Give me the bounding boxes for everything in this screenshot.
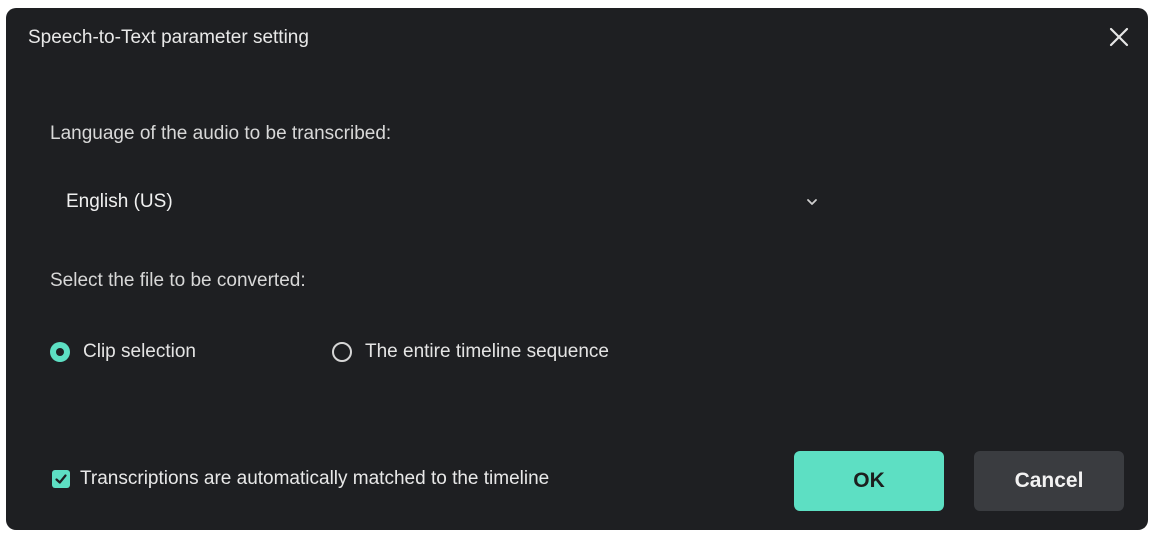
dialog-title: Speech-to-Text parameter setting: [28, 27, 309, 48]
cancel-button[interactable]: Cancel: [974, 451, 1124, 511]
chevron-down-icon: [807, 199, 817, 205]
radio-clip-selection-label: Clip selection: [83, 341, 196, 362]
radio-entire-timeline-label: The entire timeline sequence: [365, 341, 609, 362]
close-icon: [1109, 27, 1129, 47]
language-select-value: English (US): [66, 191, 173, 212]
radio-unchecked-indicator: [332, 342, 352, 362]
checkmark-icon: [55, 474, 67, 484]
auto-match-checkbox[interactable]: Transcriptions are automatically matched…: [52, 468, 549, 490]
checkbox-box: [52, 470, 70, 488]
radio-clip-selection[interactable]: Clip selection: [50, 341, 196, 363]
radio-checked-indicator: [50, 342, 70, 362]
language-select[interactable]: English (US): [50, 181, 834, 223]
speech-to-text-dialog: Speech-to-Text parameter setting Languag…: [6, 8, 1148, 530]
radio-entire-timeline[interactable]: The entire timeline sequence: [332, 341, 609, 363]
language-label: Language of the audio to be transcribed:: [50, 123, 392, 144]
auto-match-label: Transcriptions are automatically matched…: [80, 468, 550, 489]
ok-button[interactable]: OK: [794, 451, 944, 511]
file-label: Select the file to be converted:: [50, 270, 306, 291]
close-button[interactable]: [1104, 22, 1134, 52]
